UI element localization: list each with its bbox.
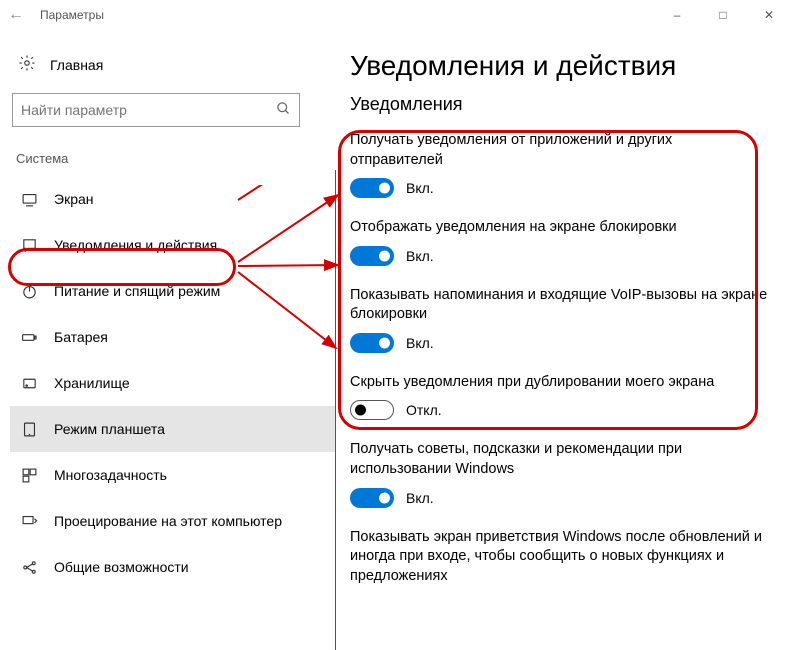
setting-label: Скрыть уведомления при дублировании моег…: [350, 373, 768, 393]
setting-label: Получать советы, подсказки и рекомендаци…: [350, 440, 768, 479]
search-icon: [276, 101, 291, 119]
titlebar: ← Параметры – □ ✕: [0, 0, 792, 30]
setting-label: Показывать экран приветствия Windows пос…: [350, 528, 768, 587]
toggle-state: Вкл.: [406, 490, 434, 506]
sidebar-item-label: Экран: [54, 191, 94, 207]
search-input[interactable]: [21, 102, 276, 118]
sidebar-item-tablet[interactable]: Режим планшета: [10, 406, 336, 452]
sidebar: Главная Система Экран Уведомления и дейс…: [0, 30, 336, 626]
project-icon: [20, 513, 38, 530]
toggle-switch[interactable]: [350, 246, 394, 266]
multitask-icon: [20, 467, 38, 484]
sidebar-item-label: Хранилище: [54, 375, 130, 391]
back-button[interactable]: ←: [4, 6, 28, 24]
message-icon: [20, 237, 38, 254]
battery-icon: [20, 329, 38, 346]
toggle-switch[interactable]: [350, 333, 394, 353]
gear-icon: [18, 54, 36, 75]
section-label: Система: [16, 151, 336, 166]
sidebar-item-label: Батарея: [54, 329, 108, 345]
toggle-state: Откл.: [406, 402, 442, 418]
sidebar-item-multitasking[interactable]: Многозадачность: [10, 452, 336, 498]
tablet-icon: [20, 421, 38, 438]
setting-hide-duplicate: Скрыть уведомления при дублировании моег…: [350, 373, 768, 421]
content-area: Уведомления и действия Уведомления Получ…: [336, 30, 792, 626]
toggle-switch[interactable]: [350, 178, 394, 198]
search-box[interactable]: [12, 93, 300, 127]
setting-voip-lockscreen: Показывать напоминания и входящие VoIP-в…: [350, 286, 768, 353]
sidebar-item-label: Питание и спящий режим: [54, 283, 220, 299]
sidebar-item-label: Уведомления и действия: [54, 237, 217, 253]
sidebar-item-projecting[interactable]: Проецирование на этот компьютер: [10, 498, 336, 544]
setting-tips: Получать советы, подсказки и рекомендаци…: [350, 440, 768, 507]
sidebar-item-power[interactable]: Питание и спящий режим: [10, 268, 336, 314]
sidebar-item-label: Режим планшета: [54, 421, 165, 437]
toggle-state: Вкл.: [406, 248, 434, 264]
minimize-button[interactable]: –: [654, 0, 700, 30]
storage-icon: [20, 375, 38, 392]
share-icon: [20, 559, 38, 576]
sidebar-item-label: Общие возможности: [54, 559, 189, 575]
toggle-state: Вкл.: [406, 335, 434, 351]
setting-label: Показывать напоминания и входящие VoIP-в…: [350, 286, 768, 325]
close-button[interactable]: ✕: [746, 0, 792, 30]
power-icon: [20, 283, 38, 300]
setting-notify-apps: Получать уведомления от приложений и дру…: [350, 131, 768, 198]
section-heading: Уведомления: [350, 94, 768, 115]
setting-label: Получать уведомления от приложений и дру…: [350, 131, 768, 170]
sidebar-item-battery[interactable]: Батарея: [10, 314, 336, 360]
sidebar-item-label: Многозадачность: [54, 467, 167, 483]
maximize-button[interactable]: □: [700, 0, 746, 30]
toggle-switch[interactable]: [350, 400, 394, 420]
setting-welcome-screen: Показывать экран приветствия Windows пос…: [350, 528, 768, 587]
vertical-divider: [335, 170, 336, 650]
sidebar-item-storage[interactable]: Хранилище: [10, 360, 336, 406]
setting-label: Отображать уведомления на экране блокиро…: [350, 218, 768, 238]
sidebar-item-display[interactable]: Экран: [10, 176, 336, 222]
home-label: Главная: [50, 57, 103, 73]
monitor-icon: [20, 191, 38, 208]
window-title: Параметры: [40, 8, 104, 22]
page-heading: Уведомления и действия: [350, 50, 768, 82]
sidebar-item-label: Проецирование на этот компьютер: [54, 513, 282, 529]
toggle-switch[interactable]: [350, 488, 394, 508]
home-nav[interactable]: Главная: [10, 50, 336, 79]
sidebar-item-shared[interactable]: Общие возможности: [10, 544, 336, 590]
setting-lockscreen-notify: Отображать уведомления на экране блокиро…: [350, 218, 768, 266]
toggle-state: Вкл.: [406, 180, 434, 196]
sidebar-item-notifications[interactable]: Уведомления и действия: [10, 222, 336, 268]
